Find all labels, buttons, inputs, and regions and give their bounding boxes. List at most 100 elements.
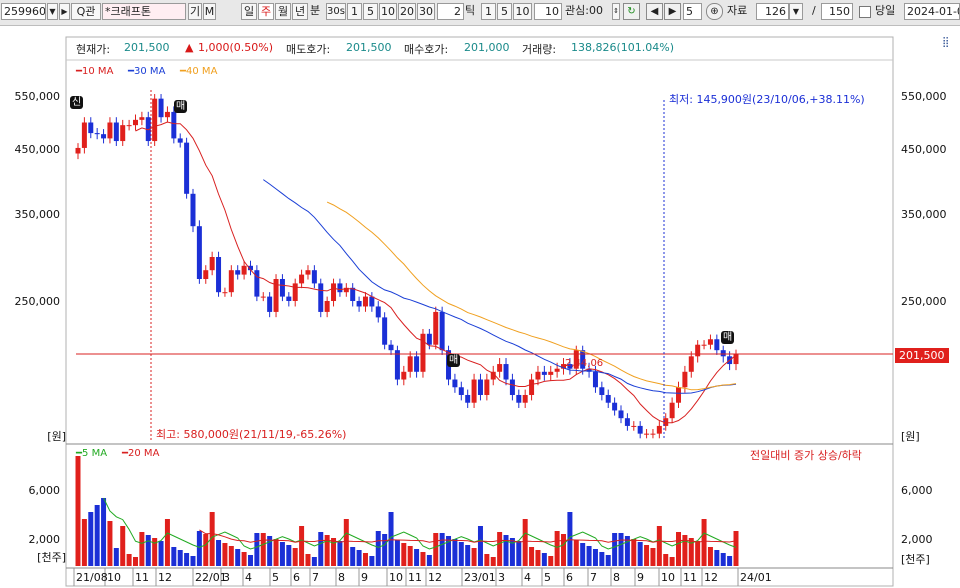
x-axis-label: 6	[293, 571, 300, 584]
x-axis-label: 7	[590, 571, 597, 584]
volume-bar	[477, 526, 483, 566]
volume-bar	[164, 519, 170, 566]
candle-body	[292, 283, 298, 301]
candle-body	[612, 402, 618, 411]
volume-bar	[113, 548, 119, 566]
candle-body	[369, 296, 375, 307]
candle-body	[707, 339, 713, 345]
volume-bar	[727, 556, 733, 566]
x-axis-label: 3	[223, 571, 230, 584]
x-axis-label: 4	[524, 571, 531, 584]
candle-body	[592, 371, 598, 388]
volume-bar	[235, 549, 241, 566]
x-axis-label: 8	[338, 571, 345, 584]
candle-body	[554, 368, 560, 372]
volume-note: 전일대비 증가 상승/하락	[750, 449, 862, 462]
volume-bar	[644, 545, 650, 566]
volume-bar	[465, 545, 471, 566]
candle-body	[196, 226, 202, 279]
volume-bar	[733, 531, 739, 566]
x-axis-label: 7	[312, 571, 319, 584]
candle-body	[420, 333, 426, 372]
candle-body	[177, 138, 183, 143]
candle-body	[529, 379, 535, 395]
x-axis-label: 5	[544, 571, 551, 584]
volume-bar	[663, 554, 669, 566]
x-axis-label: 6	[566, 571, 573, 584]
candle-body	[267, 296, 273, 312]
volume-bar	[394, 540, 400, 566]
volume-bar	[120, 526, 126, 566]
volume-bar	[356, 550, 362, 566]
volume-bar	[101, 498, 107, 566]
volume-bar	[580, 543, 586, 566]
candle-body	[522, 394, 528, 403]
x-axis-label: 12	[158, 571, 172, 584]
candle-body	[497, 364, 503, 372]
candle-body	[107, 122, 113, 139]
volume-bar	[139, 532, 145, 566]
volume-bar	[228, 546, 234, 566]
candle-body	[164, 111, 170, 118]
volume-bar	[548, 556, 554, 566]
candle-body	[101, 134, 107, 139]
price-volume-chart[interactable]: 21/08 10 11 12 22/013 4 5 6 7 8 9 10 11 12 23/01 3 4 5 6 7 8…	[0, 0, 960, 588]
volume-bar	[324, 535, 330, 566]
badge-new: 신	[70, 96, 84, 109]
candle-body	[228, 270, 234, 293]
candle-body	[407, 356, 413, 372]
volume-bar	[471, 548, 477, 566]
x-axis-label: 10	[389, 571, 403, 584]
candle-body	[190, 193, 196, 227]
volume-bar	[707, 547, 713, 566]
candle-body	[222, 292, 228, 294]
legend-vma20: ━20 MA	[122, 448, 160, 459]
candle-body	[362, 296, 368, 307]
candle-body	[439, 311, 445, 351]
legend-vma20-text: 20 MA	[128, 448, 160, 459]
candle-body	[241, 265, 247, 275]
x-axis-label: 9	[637, 571, 644, 584]
chart-frame	[65, 36, 894, 587]
volume-bar	[420, 552, 426, 566]
candle-body	[541, 371, 547, 375]
volume-bar	[132, 557, 138, 566]
candle-body	[279, 279, 285, 297]
candle-body	[465, 394, 471, 403]
volume-bar	[286, 545, 292, 566]
candle-body	[624, 418, 630, 426]
volume-bar	[695, 541, 701, 566]
volume-bar	[81, 519, 87, 566]
candle-body	[682, 371, 688, 388]
x-axis-label: 21/08	[76, 571, 108, 584]
volume-bar	[605, 555, 611, 566]
volume-bar	[292, 548, 298, 566]
candle-body	[676, 387, 682, 403]
candle-body	[158, 98, 164, 118]
ma10-line	[135, 121, 737, 424]
volume-bar	[401, 543, 407, 566]
volume-bar	[554, 531, 560, 566]
badge-sell: 매	[721, 331, 735, 344]
candle-body	[394, 350, 400, 380]
candle-body	[484, 379, 490, 395]
candle-body	[126, 125, 132, 127]
volume-bar	[426, 555, 432, 566]
x-axis-label: 3	[498, 571, 505, 584]
high-annotation: 최고: 580,000원(21/11/19,-65.26%)	[156, 428, 347, 441]
candle-body	[337, 283, 343, 293]
candle-body	[311, 270, 317, 284]
candle-body	[548, 371, 554, 375]
volume-bar	[676, 532, 682, 566]
volume-bars-group	[75, 456, 739, 566]
candle-body	[184, 142, 190, 194]
candle-body	[152, 98, 158, 142]
volume-bar	[158, 541, 164, 566]
volume-bar	[196, 531, 202, 566]
x-axis-label: 5	[272, 571, 279, 584]
candle-body	[260, 296, 266, 298]
volume-bar	[535, 550, 541, 566]
x-axis-label: 22/01	[195, 571, 227, 584]
x-axis-labels-group: 21/08 10 11 12 22/013 4 5 6 7 8 9 10 11 12 23/01 3 4 5 6 7 8…	[76, 571, 772, 584]
volume-bar	[343, 519, 349, 566]
